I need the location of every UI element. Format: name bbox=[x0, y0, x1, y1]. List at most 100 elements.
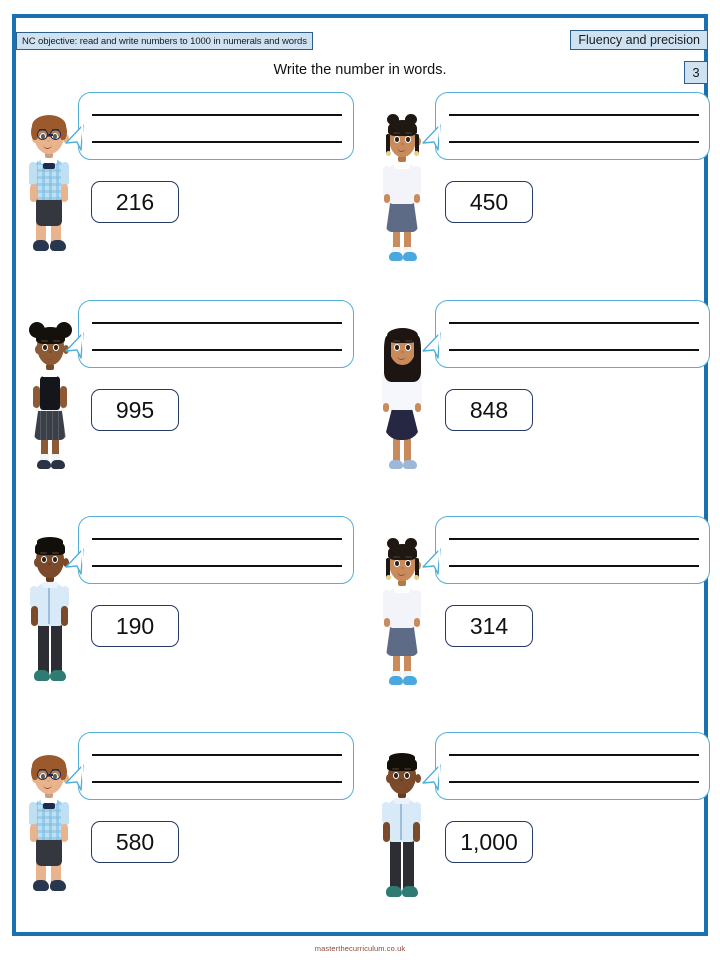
hand bbox=[415, 403, 421, 412]
answer-line[interactable] bbox=[449, 781, 699, 783]
question-item: 1,000 bbox=[360, 728, 710, 940]
number-box: 190 bbox=[91, 605, 179, 647]
worksheet-title: Write the number in words. bbox=[273, 62, 447, 78]
skirt bbox=[386, 200, 418, 232]
answer-speech-bubble[interactable] bbox=[65, 516, 354, 584]
glasses-bridge bbox=[48, 134, 53, 136]
nose bbox=[401, 143, 404, 145]
eye bbox=[405, 344, 411, 351]
speech-bubble-tail-icon bbox=[421, 763, 441, 791]
answer-speech-bubble[interactable] bbox=[65, 92, 354, 160]
nose bbox=[401, 567, 404, 569]
question-item: 314 bbox=[360, 512, 710, 724]
hair-bun bbox=[405, 538, 417, 549]
nose bbox=[401, 351, 404, 353]
shirt-placket bbox=[48, 588, 50, 624]
answer-line[interactable] bbox=[92, 322, 342, 324]
answer-line[interactable] bbox=[449, 322, 699, 324]
hair-bead bbox=[386, 575, 391, 580]
shoe bbox=[37, 460, 51, 469]
answer-line[interactable] bbox=[449, 141, 699, 143]
eyebrow bbox=[404, 556, 412, 558]
strand-badge: Fluency and precision bbox=[570, 30, 708, 50]
question-item: 190 bbox=[18, 512, 360, 724]
number-box: 995 bbox=[91, 389, 179, 431]
skirt-pleats bbox=[34, 408, 66, 440]
eyebrow bbox=[51, 552, 59, 554]
arm bbox=[30, 824, 37, 842]
vest bbox=[40, 376, 60, 410]
speech-bubble-tail-icon bbox=[421, 547, 441, 575]
arm bbox=[31, 606, 38, 626]
answer-line[interactable] bbox=[449, 565, 699, 567]
question-item: 450 bbox=[360, 88, 710, 300]
shoe bbox=[34, 670, 50, 681]
glasses-lens bbox=[37, 769, 48, 780]
ear bbox=[386, 774, 392, 783]
answer-speech-bubble[interactable] bbox=[422, 300, 710, 368]
eyebrow bbox=[404, 340, 412, 342]
answer-line[interactable] bbox=[92, 754, 342, 756]
pupil bbox=[394, 773, 399, 778]
worksheet-page: NC objective: read and write numbers to … bbox=[0, 0, 720, 960]
arm bbox=[60, 386, 67, 408]
collar bbox=[394, 586, 410, 593]
sleeve bbox=[382, 802, 390, 824]
hair-top bbox=[389, 753, 415, 762]
hand bbox=[414, 194, 420, 203]
eye bbox=[405, 136, 411, 143]
footer-credit: masterthecurriculum.co.uk bbox=[314, 944, 406, 953]
hair-bead bbox=[414, 575, 419, 580]
eye bbox=[404, 772, 410, 779]
pupil bbox=[406, 561, 411, 566]
answer-speech-bubble[interactable] bbox=[422, 516, 710, 584]
shoe bbox=[389, 460, 403, 469]
answer-line[interactable] bbox=[92, 114, 342, 116]
shoe bbox=[389, 676, 403, 685]
eye bbox=[41, 556, 47, 563]
answer-speech-bubble[interactable] bbox=[65, 732, 354, 800]
arm bbox=[30, 184, 37, 202]
eye bbox=[394, 344, 400, 351]
hand bbox=[384, 194, 390, 203]
eyebrow bbox=[403, 768, 411, 770]
shoe bbox=[403, 460, 417, 469]
hand bbox=[384, 618, 390, 627]
eye bbox=[42, 344, 48, 351]
answer-line[interactable] bbox=[92, 565, 342, 567]
speech-bubble-tail-icon bbox=[64, 123, 84, 151]
answer-line[interactable] bbox=[92, 349, 342, 351]
answer-line[interactable] bbox=[449, 538, 699, 540]
hair-side bbox=[384, 336, 391, 370]
nc-objective-badge: NC objective: read and write numbers to … bbox=[16, 32, 313, 50]
hair-bun bbox=[387, 538, 399, 549]
pupil bbox=[43, 345, 48, 350]
answer-line[interactable] bbox=[92, 781, 342, 783]
hair-side bbox=[414, 336, 421, 370]
answer-speech-bubble[interactable] bbox=[65, 300, 354, 368]
sleeve bbox=[30, 586, 38, 608]
eyebrow bbox=[52, 340, 60, 342]
answer-line[interactable] bbox=[449, 349, 699, 351]
number-box: 314 bbox=[445, 605, 533, 647]
question-item: 580 bbox=[18, 728, 360, 940]
answer-line[interactable] bbox=[449, 114, 699, 116]
shoe bbox=[403, 252, 417, 261]
collar bbox=[394, 798, 410, 804]
hair-bun bbox=[387, 114, 399, 125]
hand bbox=[383, 403, 389, 412]
shoe bbox=[402, 886, 418, 897]
answer-speech-bubble[interactable] bbox=[422, 732, 710, 800]
sleeve bbox=[413, 802, 421, 824]
answer-line[interactable] bbox=[92, 141, 342, 143]
shoe bbox=[386, 886, 402, 897]
shoe bbox=[33, 240, 49, 251]
shoe bbox=[51, 460, 65, 469]
glasses-lens bbox=[37, 129, 48, 140]
blouse bbox=[389, 164, 415, 204]
speech-bubble-tail-icon bbox=[421, 331, 441, 359]
answer-line[interactable] bbox=[449, 754, 699, 756]
answer-line[interactable] bbox=[92, 538, 342, 540]
eye bbox=[394, 136, 400, 143]
answer-speech-bubble[interactable] bbox=[422, 92, 710, 160]
